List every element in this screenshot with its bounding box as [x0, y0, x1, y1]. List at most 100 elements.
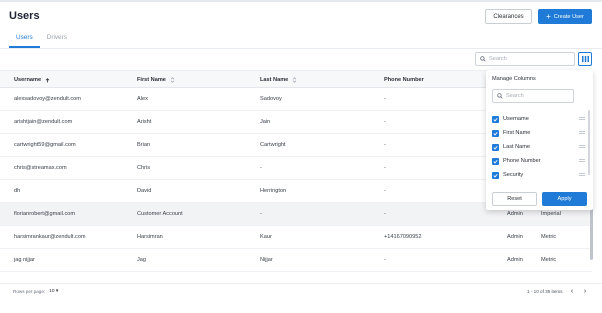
- cell-phone: -: [384, 211, 386, 217]
- columns-list-scrollbar[interactable]: [588, 110, 590, 175]
- drag-handle-icon[interactable]: [579, 117, 585, 120]
- column-option-security[interactable]: Security: [492, 170, 587, 180]
- cell-username: florianrobert@gmail.com: [14, 211, 76, 217]
- page-title: Users: [9, 10, 40, 22]
- search-input[interactable]: [489, 56, 569, 62]
- checkbox-checked-icon[interactable]: [492, 115, 499, 123]
- column-option-first-name[interactable]: First Name: [492, 128, 587, 138]
- cell-first-name: David: [137, 188, 152, 194]
- cell-last-name: Jain: [260, 119, 271, 125]
- next-page-button[interactable]: ›: [581, 287, 589, 296]
- table-row[interactable]: harsimrankaur@zendult.com Harsimran Kaur…: [0, 226, 592, 249]
- column-option-label: Phone Number: [503, 158, 541, 164]
- clearances-button[interactable]: Clearances: [485, 9, 532, 24]
- rows-per-page-select[interactable]: 10 ▾: [49, 289, 58, 294]
- cell-username: alexsadovoy@zendult.com: [14, 96, 81, 102]
- table-search[interactable]: [475, 52, 575, 66]
- manage-columns-title: Manage Columns: [492, 76, 536, 82]
- cell-role: Admin: [507, 257, 523, 263]
- cell-units: Metric: [541, 257, 557, 263]
- cell-last-name: Herrington: [260, 188, 287, 194]
- cell-phone: -: [384, 119, 386, 125]
- column-header-label: Last Name: [260, 77, 289, 83]
- cell-first-name: Brian: [137, 142, 151, 148]
- column-header-label: Phone Number: [384, 77, 424, 83]
- drag-handle-icon[interactable]: [579, 145, 585, 148]
- column-header-first-name[interactable]: First Name: [137, 71, 175, 89]
- column-option-label: Last Name: [503, 144, 531, 150]
- prev-page-button[interactable]: ‹: [568, 287, 576, 296]
- drag-handle-icon[interactable]: [579, 159, 585, 162]
- cell-first-name: Arisht: [137, 119, 152, 125]
- apply-button[interactable]: Apply: [542, 192, 587, 206]
- tabs-divider: [0, 48, 602, 49]
- plus-icon: +: [546, 11, 551, 21]
- sort-icon: [170, 77, 175, 83]
- search-icon: [480, 56, 486, 62]
- column-option-label: Username: [503, 116, 529, 122]
- sort-asc-icon: [45, 77, 50, 82]
- cell-first-name: Jag: [137, 257, 147, 263]
- tab-drivers[interactable]: Drivers: [40, 34, 74, 48]
- cell-phone: -: [384, 142, 386, 148]
- table-footer: Rows per page: 10 ▾ 1 - 10 of 35 items ‹…: [0, 283, 602, 299]
- cell-last-name: -: [260, 165, 262, 171]
- cell-role: Admin: [507, 234, 523, 240]
- reset-button[interactable]: Reset: [492, 192, 537, 206]
- create-user-label: Create User: [553, 13, 584, 20]
- columns-icon: [581, 56, 589, 62]
- cell-username: cartwright59@gmail.com: [14, 142, 76, 148]
- cell-username: jag nijjar: [14, 257, 35, 263]
- cell-last-name: Cartwright: [260, 142, 286, 148]
- checkbox-checked-icon[interactable]: [492, 143, 499, 151]
- cell-last-name: Sadovoy: [260, 96, 282, 102]
- column-header-label: First Name: [137, 77, 166, 83]
- cell-phone: -: [384, 165, 386, 171]
- cell-phone: -: [384, 188, 386, 194]
- top-divider: [0, 0, 602, 2]
- column-option-username[interactable]: Username: [492, 114, 587, 124]
- column-header-phone[interactable]: Phone Number: [384, 71, 424, 89]
- create-user-button[interactable]: + Create User: [538, 9, 592, 24]
- checkbox-checked-icon[interactable]: [492, 129, 499, 137]
- table-row[interactable]: jag nijjar Jag Nijjar - Admin Metric: [0, 249, 592, 272]
- manage-columns-button[interactable]: [578, 52, 592, 66]
- chevron-down-icon: ▾: [55, 289, 59, 294]
- cell-username: chris@streamax.com: [14, 165, 67, 171]
- manage-columns-panel: Manage Columns Username First Name Last …: [486, 70, 593, 210]
- cell-last-name: Nijjar: [260, 257, 273, 263]
- column-option-label: Security: [503, 172, 524, 178]
- pagination-info: 1 - 10 of 35 items: [527, 289, 563, 294]
- cell-last-name: -: [260, 211, 262, 217]
- column-option-phone-number[interactable]: Phone Number: [492, 156, 587, 166]
- cell-last-name: Kaur: [260, 234, 272, 240]
- tab-users[interactable]: Users: [9, 34, 40, 48]
- checkbox-checked-icon[interactable]: [492, 171, 499, 179]
- columns-search-input[interactable]: [506, 93, 566, 99]
- column-option-last-name[interactable]: Last Name: [492, 142, 587, 152]
- cell-first-name: Harsimran: [137, 234, 163, 240]
- cell-username: harsimrankaur@zendult.com: [14, 234, 86, 240]
- search-icon: [497, 93, 503, 99]
- sort-icon: [293, 77, 297, 83]
- cell-username: arishtjain@zendult.com: [14, 119, 73, 125]
- columns-search[interactable]: [492, 89, 574, 103]
- checkbox-checked-icon[interactable]: [492, 157, 499, 165]
- chevron-right-icon: ›: [583, 288, 587, 295]
- cell-phone: -: [384, 257, 386, 263]
- tab-bar: Users Drivers: [9, 34, 74, 48]
- cell-phone: +14167090952: [384, 234, 422, 240]
- cell-username: dh: [14, 188, 21, 194]
- cell-first-name: Customer Account: [137, 211, 183, 217]
- column-option-label: First Name: [503, 130, 531, 136]
- cell-phone: -: [384, 96, 386, 102]
- cell-first-name: Chris: [137, 165, 151, 171]
- column-header-label: Username: [14, 77, 42, 83]
- column-header-last-name[interactable]: Last Name: [260, 71, 297, 89]
- cell-first-name: Alex: [137, 96, 148, 102]
- drag-handle-icon[interactable]: [579, 131, 585, 134]
- column-header-username[interactable]: Username: [14, 71, 50, 89]
- chevron-left-icon: ‹: [570, 288, 574, 295]
- drag-handle-icon[interactable]: [579, 173, 585, 176]
- rows-per-page: Rows per page: 10 ▾: [13, 289, 58, 294]
